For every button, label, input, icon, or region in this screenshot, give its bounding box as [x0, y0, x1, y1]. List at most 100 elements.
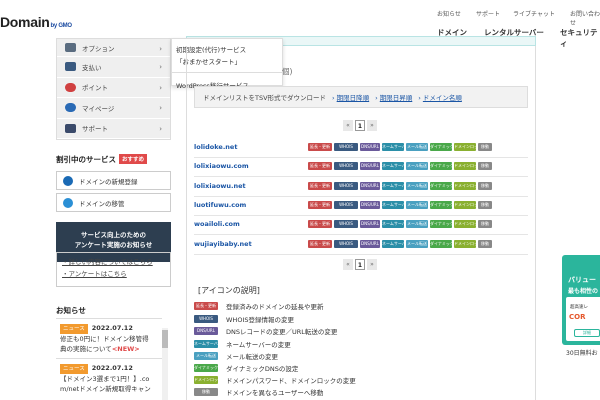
pager-prev[interactable]: « — [343, 259, 353, 270]
action-button[interactable]: ダイナミック — [430, 220, 452, 228]
action-button[interactable]: メール転送 — [406, 220, 428, 228]
action-button[interactable]: ドメインロック — [454, 240, 476, 248]
action-button[interactable]: DNS/URL — [360, 201, 380, 209]
legend-row: 延長・更新 登録済みのドメインの延長や更新 — [194, 300, 324, 311]
service-domain-register[interactable]: ドメインの新規登録 — [56, 171, 171, 190]
news-scrollbar[interactable] — [162, 328, 168, 400]
new-badge: <NEW> — [111, 345, 140, 353]
action-button[interactable]: メール転送 — [406, 240, 428, 248]
service-domain-transfer[interactable]: ドメインの移管 — [56, 193, 171, 212]
notice-survey-link[interactable]: ・アンケートはこちら — [62, 268, 165, 280]
action-button[interactable]: WHOIS — [334, 201, 358, 209]
action-button[interactable]: ネームサーバー — [382, 201, 404, 209]
promo-detail-button[interactable]: 詳細 — [574, 329, 600, 337]
action-button[interactable]: DNS/URL — [360, 143, 380, 151]
action-button[interactable]: ネームサーバー — [382, 182, 404, 190]
sidebar-item-support[interactable]: サポート › — [57, 119, 170, 139]
action-button[interactable]: 移動 — [478, 201, 492, 209]
util-link-contact[interactable]: お問い合わせ — [570, 9, 600, 27]
action-button[interactable]: 延長・更新 — [308, 182, 332, 190]
sidebar-item-mypage[interactable]: マイページ › — [57, 98, 170, 119]
domain-link[interactable]: woailoli.com — [194, 220, 240, 228]
news-text-2: 典の実施について — [60, 345, 112, 353]
action-button[interactable]: メール転送 — [406, 162, 428, 170]
sidebar-item-option[interactable]: オプション › — [57, 39, 170, 57]
action-button[interactable]: 移動 — [478, 220, 492, 228]
pager-next[interactable]: » — [367, 259, 377, 270]
action-button[interactable]: 延長・更新 — [308, 240, 332, 248]
action-button[interactable]: ネームサーバー — [382, 143, 404, 151]
action-button[interactable]: WHOIS — [334, 182, 358, 190]
action-button[interactable]: DNS/URL — [360, 220, 380, 228]
discount-heading: 割引中のサービス おすすめ — [56, 154, 148, 165]
action-button[interactable]: ダイナミック — [430, 162, 452, 170]
news-item[interactable]: ニュース 2022.07.12 【ドメイン3選まで1円！】.co m/netドメイ… — [56, 359, 162, 398]
news-heading: お知らせ — [56, 306, 86, 315]
chevron-right-icon: › — [159, 63, 162, 71]
action-button[interactable]: DNS/URL — [360, 182, 380, 190]
point-icon — [65, 82, 76, 92]
action-button[interactable]: 延長・更新 — [308, 220, 332, 228]
domain-link[interactable]: lolixiaowu.net — [194, 182, 246, 190]
action-button[interactable]: WHOIS — [334, 162, 358, 170]
scrollbar-thumb[interactable] — [162, 330, 168, 348]
pager-next[interactable]: » — [367, 120, 377, 131]
notice-title-line2: アンケート実施のお知らせ — [74, 241, 153, 249]
action-button[interactable]: 移動 — [478, 162, 492, 170]
promo-company-logo: COR — [569, 313, 586, 321]
download-sort-expiry-desc[interactable]: 期限日降順 — [332, 92, 370, 102]
action-button[interactable]: 移動 — [478, 182, 492, 190]
action-button[interactable]: ダイナミック — [430, 143, 452, 151]
action-button[interactable]: ドメインロック — [454, 143, 476, 151]
domain-link[interactable]: lolidoke.net — [194, 143, 237, 151]
action-button[interactable]: 延長・更新 — [308, 143, 332, 151]
action-button[interactable]: WHOIS — [334, 143, 358, 151]
logo-text: Domain — [0, 14, 50, 30]
download-sort-expiry-asc[interactable]: 期限日昇順 — [375, 92, 413, 102]
util-link-news[interactable]: お知らせ — [437, 9, 461, 18]
news-item[interactable]: ニュース 2022.07.12 修正も0円に！ドメイン移管得 典の実施について<N… — [56, 319, 162, 359]
nav-security[interactable]: セキュリティ — [560, 27, 600, 49]
download-sort-name[interactable]: ドメイン名順 — [418, 92, 462, 102]
site-logo[interactable]: Domainby GMO — [0, 14, 72, 30]
action-button[interactable]: ドメインロック — [454, 162, 476, 170]
action-button[interactable]: ネームサーバー — [382, 240, 404, 248]
action-button[interactable]: メール転送 — [406, 143, 428, 151]
domain-link[interactable]: lolixiaowu.com — [194, 162, 249, 170]
news-list: ニュース 2022.07.12 修正も0円に！ドメイン移管得 典の実施について<N… — [56, 318, 162, 400]
action-button[interactable]: 移動 — [478, 143, 492, 151]
action-button[interactable]: ダイナミック — [430, 182, 452, 190]
pager-prev[interactable]: « — [343, 120, 353, 131]
sidebar-item-payment[interactable]: 支払い › — [57, 57, 170, 78]
legend-badge: DNS/URL — [194, 326, 218, 335]
action-button[interactable]: 移動 — [478, 240, 492, 248]
action-button[interactable]: 延長・更新 — [308, 201, 332, 209]
util-link-chat[interactable]: ライブチャット — [513, 9, 555, 18]
notice-details-link[interactable]: ・詳しい内容についてはこちら — [62, 256, 165, 268]
action-button[interactable]: メール転送 — [406, 182, 428, 190]
action-button[interactable]: ネームサーバー — [382, 162, 404, 170]
action-button[interactable]: DNS/URL — [360, 162, 380, 170]
util-link-support[interactable]: サポート — [476, 9, 500, 18]
action-button[interactable]: メール転送 — [406, 201, 428, 209]
action-button[interactable]: ダイナミック — [430, 201, 452, 209]
pager-current[interactable]: 1 — [355, 259, 365, 270]
action-button[interactable]: WHOIS — [334, 240, 358, 248]
action-button[interactable]: ドメインロック — [454, 182, 476, 190]
action-button[interactable]: WHOIS — [334, 220, 358, 228]
sidebar-item-points[interactable]: ポイント › — [57, 78, 170, 98]
action-button[interactable]: ダイナミック — [430, 240, 452, 248]
action-button[interactable]: 延長・更新 — [308, 162, 332, 170]
promo-banner[interactable]: バリュー 最も相性の 超高速レ COR 詳細 — [562, 255, 600, 345]
action-button[interactable]: ドメインロック — [454, 201, 476, 209]
mail-icon — [65, 123, 76, 133]
action-button[interactable]: DNS/URL — [360, 240, 380, 248]
domain-link[interactable]: wujiayibaby.net — [194, 240, 252, 248]
sidebar-item-label: オプション — [82, 44, 115, 53]
legend-badge: メール転送 — [194, 351, 218, 360]
pagination-top: «1» — [343, 120, 377, 132]
domain-link[interactable]: luotifuwu.com — [194, 201, 246, 209]
action-button[interactable]: ドメインロック — [454, 220, 476, 228]
pager-current[interactable]: 1 — [355, 120, 365, 131]
action-button[interactable]: ネームサーバー — [382, 220, 404, 228]
